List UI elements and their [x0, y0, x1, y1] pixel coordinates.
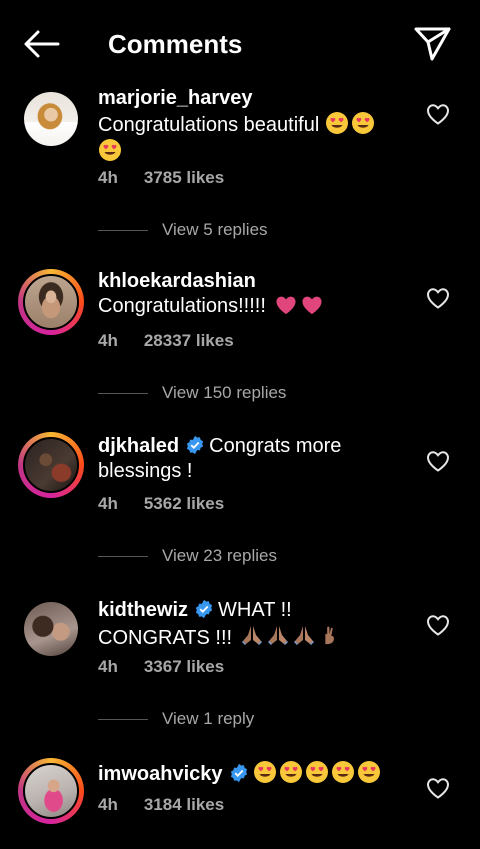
avatar[interactable]: [18, 86, 84, 152]
praying-hands-emoji-icon: [238, 627, 316, 649]
comment-time: 4h: [98, 795, 118, 814]
view-replies-label: View 1 reply: [162, 709, 255, 728]
comment-time: 4h: [98, 657, 118, 676]
avatar[interactable]: [18, 596, 84, 662]
avatar[interactable]: [18, 758, 84, 824]
like-heart-icon[interactable]: [426, 777, 450, 799]
view-replies-label: View 23 replies: [162, 546, 277, 565]
comment-username[interactable]: khloekardashian: [98, 270, 256, 292]
comments-list: marjorie_harvey Congratulations beautifu…: [0, 0, 480, 849]
replies-divider: [98, 230, 148, 231]
verified-badge-icon: [187, 435, 204, 455]
avatar[interactable]: [18, 432, 84, 498]
verified-badge-icon: [195, 599, 213, 619]
replies-divider: [98, 393, 148, 394]
view-replies-label: View 5 replies: [162, 220, 268, 239]
replies-divider: [98, 719, 148, 720]
view-replies-label: View 150 replies: [162, 383, 287, 402]
comment-meta: 4h 3785 likes: [98, 168, 224, 188]
comment-likes[interactable]: 28337 likes: [144, 331, 234, 350]
heart-eyes-emoji-icon: [253, 763, 383, 785]
page-title: Comments: [108, 29, 243, 59]
comment-time: 4h: [98, 331, 118, 350]
comment-text: khloekardashian Congratulations!!!!!: [98, 269, 398, 319]
top-bar: Comments: [0, 0, 480, 88]
comment-time: 4h: [98, 168, 118, 187]
comment-text: marjorie_harvey Congratulations beautifu…: [98, 86, 398, 165]
comment-likes[interactable]: 5362 likes: [144, 494, 224, 513]
comment-text: imwoahvicky: [98, 760, 398, 787]
comment-username[interactable]: marjorie_harvey: [98, 87, 253, 109]
like-heart-icon[interactable]: [426, 287, 450, 309]
comment-meta: 4h 3184 likes: [98, 795, 224, 815]
comment-body: Congratulations!!!!!: [98, 295, 266, 317]
comment-username[interactable]: kidthewiz: [98, 599, 188, 621]
avatar[interactable]: [18, 269, 84, 335]
paper-plane-icon[interactable]: [410, 24, 454, 64]
comment-likes[interactable]: 3184 likes: [144, 795, 224, 814]
verified-badge-icon: [230, 763, 247, 783]
pink-hearts-emoji-icon: [271, 295, 323, 317]
comment-text: djkhaled Congrats more blessings !: [98, 434, 398, 484]
comment-likes[interactable]: 3785 likes: [144, 168, 224, 187]
comment-meta: 4h 3367 likes: [98, 657, 224, 677]
like-heart-icon[interactable]: [426, 450, 450, 472]
comment-likes[interactable]: 3367 likes: [144, 657, 224, 676]
like-heart-icon[interactable]: [426, 103, 450, 125]
comment-meta: 4h 5362 likes: [98, 494, 224, 514]
comment-text: kidthewiz WHAT !! CONGRATS !!!: [98, 598, 398, 651]
comment-username[interactable]: djkhaled: [98, 435, 179, 457]
crossed-fingers-emoji-icon: [316, 627, 340, 649]
comment-meta: 4h 28337 likes: [98, 331, 234, 351]
like-heart-icon[interactable]: [426, 614, 450, 636]
comment-time: 4h: [98, 494, 118, 513]
arrow-left-icon[interactable]: [20, 26, 64, 62]
replies-divider: [98, 556, 148, 557]
comment-username[interactable]: imwoahvicky: [98, 763, 223, 785]
comment-body: Congratulations beautiful: [98, 114, 320, 136]
